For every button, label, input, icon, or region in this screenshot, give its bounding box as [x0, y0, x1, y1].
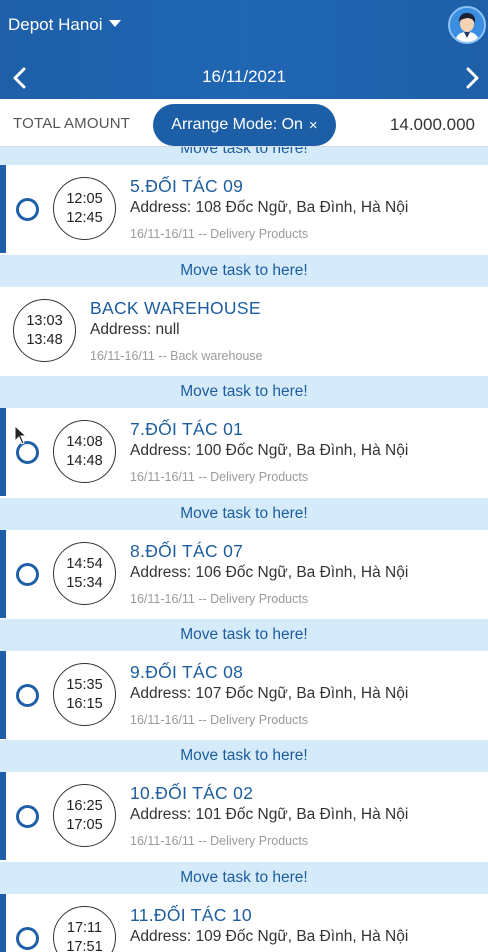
end-time: 17:51 [66, 938, 103, 952]
task-item[interactable]: 16:25 17:05 10.ĐỐI TÁC 02 Address: 101 Đ… [0, 772, 488, 860]
task-radio-button[interactable] [16, 927, 39, 950]
end-time: 17:05 [66, 816, 103, 833]
task-item[interactable]: 14:08 14:48 7.ĐỐI TÁC 01 Address: 100 Đố… [0, 408, 488, 496]
task-radio-button[interactable] [16, 684, 39, 707]
time-window: 16:25 17:05 [53, 784, 116, 847]
task-indicator-bar [0, 408, 6, 496]
start-time: 15:35 [66, 676, 103, 693]
task-item[interactable]: 17:11 17:51 11.ĐỐI TÁC 10 Address: 109 Đ… [0, 894, 488, 952]
task-address: Address: 100 Đốc Ngữ, Ba Đình, Hà Nội [130, 442, 409, 459]
start-time: 16:25 [66, 797, 103, 814]
task-title[interactable]: 11.ĐỐI TÁC 10 [130, 905, 252, 926]
task-address: Address: 106 Đốc Ngữ, Ba Đình, Hà Nội [130, 564, 409, 581]
move-task-drop-zone[interactable]: Move task to here! [0, 147, 488, 165]
time-window: 14:54 15:34 [53, 542, 116, 605]
task-indicator-bar [0, 894, 6, 952]
start-time: 13:03 [26, 312, 63, 329]
close-icon[interactable]: × [309, 117, 318, 134]
move-task-drop-zone[interactable]: Move task to here! [0, 498, 488, 530]
start-time: 12:05 [66, 190, 103, 207]
task-meta: 16/11-16/11 -- Delivery Products [130, 470, 309, 484]
total-amount-value: 14.000.000 [389, 115, 475, 134]
task-meta: 16/11-16/11 -- Delivery Products [130, 227, 309, 241]
start-time: 14:08 [66, 433, 103, 450]
depot-label: Depot Hanoi [8, 15, 103, 34]
task-title[interactable]: 9.ĐỐI TÁC 08 [130, 662, 243, 683]
task-address: Address: 107 Đốc Ngữ, Ba Đình, Hà Nội [130, 685, 409, 702]
time-window: 15:35 16:15 [53, 663, 116, 726]
start-time: 17:11 [66, 919, 103, 936]
start-time: 14:54 [66, 555, 103, 572]
end-time: 15:34 [66, 574, 103, 591]
task-meta: 16/11-16/11 -- Back warehouse [90, 349, 263, 363]
task-item[interactable]: 12:05 12:45 5.ĐỐI TÁC 09 Address: 108 Đố… [0, 165, 488, 253]
task-indicator-bar [0, 651, 6, 739]
task-address: Address: null [90, 321, 180, 338]
task-indicator-bar [0, 165, 6, 253]
move-task-drop-zone[interactable]: Move task to here! [0, 376, 488, 408]
task-address: Address: 101 Đốc Ngữ, Ba Đình, Hà Nội [130, 806, 409, 823]
caret-down-icon [108, 19, 121, 27]
total-amount-label: TOTAL AMOUNT [13, 115, 131, 132]
move-task-drop-zone[interactable]: Move task to here! [0, 619, 488, 651]
app-header: Depot Hanoi 16/11/2021 [0, 0, 488, 99]
move-task-drop-zone[interactable]: Move task to here! [0, 862, 488, 894]
task-meta: 16/11-16/11 -- Delivery Products [130, 713, 309, 727]
task-item[interactable]: 13:03 13:48 BACK WAREHOUSE Address: null… [0, 287, 488, 375]
task-list: Move task to here! 12:05 12:45 5.ĐỐI TÁC… [0, 147, 488, 952]
task-radio-button[interactable] [16, 805, 39, 828]
task-radio-button[interactable] [16, 563, 39, 586]
task-title[interactable]: 7.ĐỐI TÁC 01 [130, 419, 243, 440]
user-avatar-icon[interactable] [448, 6, 486, 44]
current-date: 16/11/2021 [202, 67, 286, 86]
end-time: 13:48 [26, 331, 63, 348]
task-title[interactable]: 8.ĐỐI TÁC 07 [130, 541, 243, 562]
move-task-drop-zone[interactable]: Move task to here! [0, 255, 488, 287]
task-address: Address: 109 Đốc Ngữ, Ba Đình, Hà Nội [130, 928, 409, 945]
time-window: 13:03 13:48 [13, 299, 76, 362]
arrange-mode-toggle[interactable]: Arrange Mode: On × [153, 104, 336, 146]
task-title[interactable]: 5.ĐỐI TÁC 09 [130, 176, 243, 197]
task-item[interactable]: 14:54 15:34 8.ĐỐI TÁC 07 Address: 106 Đố… [0, 530, 488, 618]
time-window: 17:11 17:51 [53, 906, 116, 952]
time-window: 12:05 12:45 [53, 177, 116, 240]
task-meta: 16/11-16/11 -- Delivery Products [130, 834, 309, 848]
task-title[interactable]: BACK WAREHOUSE [90, 298, 261, 319]
arrange-mode-label: Arrange Mode: On [171, 116, 303, 133]
task-meta: 16/11-16/11 -- Delivery Products [130, 592, 309, 606]
time-window: 14:08 14:48 [53, 420, 116, 483]
task-item[interactable]: 15:35 16:15 9.ĐỐI TÁC 08 Address: 107 Đố… [0, 651, 488, 739]
end-time: 14:48 [66, 452, 103, 469]
mouse-pointer-icon [14, 424, 28, 445]
chevron-right-icon[interactable] [458, 64, 486, 92]
end-time: 16:15 [66, 695, 103, 712]
task-title[interactable]: 10.ĐỐI TÁC 02 [130, 783, 253, 804]
depot-selector[interactable]: Depot Hanoi [8, 15, 121, 35]
task-address: Address: 108 Đốc Ngữ, Ba Đình, Hà Nội [130, 199, 409, 216]
task-radio-button[interactable] [16, 198, 39, 221]
move-task-drop-zone[interactable]: Move task to here! [0, 740, 488, 772]
task-indicator-bar [0, 530, 6, 618]
task-indicator-bar [0, 772, 6, 860]
end-time: 12:45 [66, 209, 103, 226]
